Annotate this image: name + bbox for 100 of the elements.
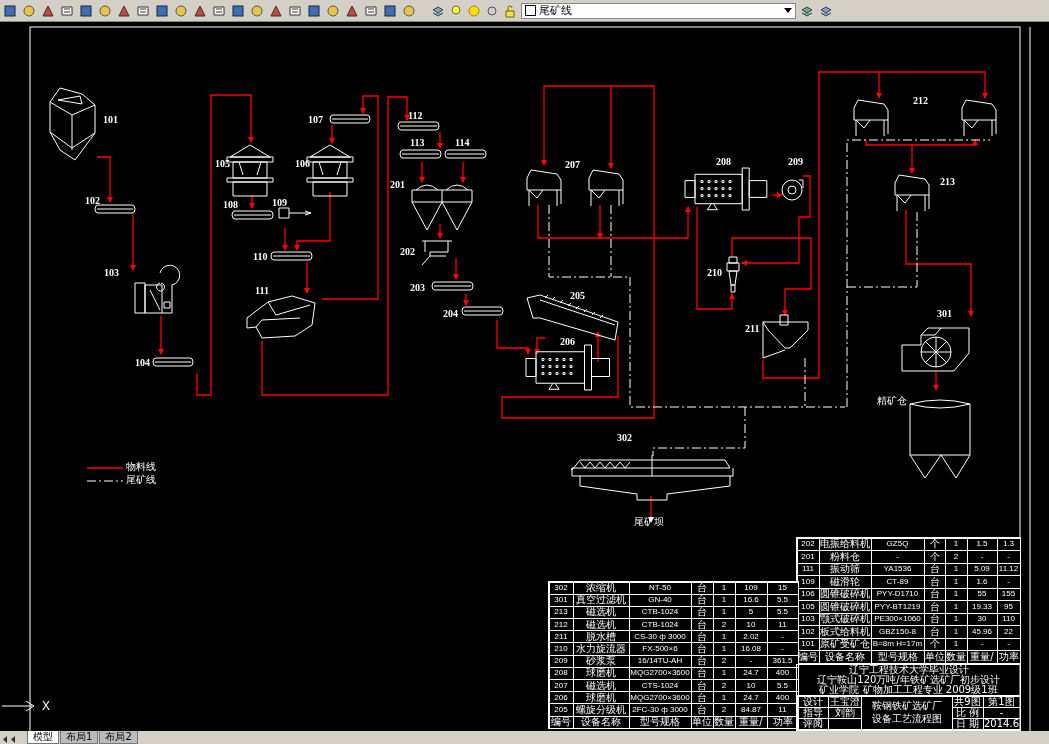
table-cell: 202 (796, 537, 820, 551)
material-flow-line (463, 293, 469, 306)
equipment-label: 207 (565, 159, 580, 171)
equipment-label: 精矿仓 (877, 395, 907, 407)
table-cell: 圆锥破碎机 (818, 600, 872, 614)
dewatering-tank-drawing (762, 314, 809, 359)
layout-tab[interactable]: 模型 (27, 731, 59, 744)
role-label: 评阅 (796, 717, 829, 731)
equipment-label: 104 (135, 357, 150, 369)
material-flow-line (158, 315, 164, 355)
cyclone-drawing (726, 256, 740, 293)
equipment-label: 109 (272, 197, 287, 209)
material-flow-line (419, 161, 425, 183)
title-text: 矿业学院 矿物加工工程专业 2009级1班 (819, 685, 998, 695)
equipment-label: 203 (410, 282, 425, 294)
equipment-label: 103 (104, 267, 119, 279)
conveyor-drawing (329, 114, 371, 124)
equipment-label: 110 (253, 251, 268, 263)
legend-line (86, 467, 124, 469)
material-flow-line (130, 214, 136, 271)
conveyor-drawing (270, 251, 313, 261)
legend-label: 尾矿线 (126, 474, 156, 486)
lock-icon[interactable] (502, 2, 518, 19)
magnetic-separator-drawing (853, 99, 889, 137)
vibrating-screen-drawing (246, 295, 316, 339)
magnetic-separator-drawing (961, 99, 997, 137)
equipment-label: 204 (443, 308, 458, 320)
legend-line (86, 480, 124, 482)
table-cell: 圆锥破碎机 (818, 587, 872, 601)
table-cell: 浓缩机 (572, 581, 630, 595)
material-flow-line (460, 161, 466, 183)
legend-label: 物料线 (126, 461, 156, 473)
role-label: 设计 (796, 695, 829, 708)
equipment-label: 213 (940, 176, 955, 188)
material-flow-line (437, 131, 443, 149)
equipment-label: 101 (103, 114, 118, 126)
equipment-label: 114 (455, 137, 470, 149)
table-cell: 板式给料机 (818, 625, 872, 639)
header-cell: 单位 (923, 650, 946, 664)
magnetic-separator-drawing (526, 169, 562, 207)
equipment-label: 208 (716, 156, 731, 168)
equipment-label: 302 (617, 432, 632, 444)
layout-tab[interactable]: 布局1 (60, 731, 99, 744)
info-cell: 第1图 (982, 695, 1021, 708)
pump-drawing (781, 179, 804, 201)
conveyor-drawing (397, 121, 440, 131)
info-cell: 共9图 (951, 695, 984, 708)
equipment-label: 107 (308, 114, 323, 126)
magnetic-separator-drawing (588, 169, 624, 207)
table-cell: 302 (548, 581, 574, 595)
equipment-label: 211 (745, 323, 760, 335)
feeder-drawing (421, 240, 453, 266)
equipment-label: 210 (707, 267, 722, 279)
drawing-title-text: 鞍钢铁矿选矿厂 (871, 701, 942, 712)
table-cell: 颚式破碎机 (818, 612, 872, 626)
material-flow-line (437, 223, 443, 239)
equipment-label: 102 (85, 195, 100, 207)
caret-icon (784, 8, 792, 13)
magnetic-pulley-drawing (278, 207, 312, 219)
layer-color-icon (525, 5, 536, 16)
jaw-crusher-drawing (134, 264, 181, 314)
bin-drawing (411, 184, 473, 231)
conveyor-drawing (461, 306, 504, 316)
equipment-label: 205 (570, 290, 585, 302)
conveyor-drawing (431, 281, 474, 291)
table-cell: 原矿受矿仓 (818, 637, 872, 651)
equipment-label: 212 (913, 95, 928, 107)
equipment-label: 105 (215, 158, 230, 170)
info-cell: 日 期 (951, 717, 984, 731)
equipment-label: 206 (560, 336, 575, 348)
table-cell: 个 (923, 537, 946, 551)
title-text: 辽宁工程技术大学毕业设计 (847, 665, 969, 675)
title-text: 辽宁鞍山120万吨/年铁矿选矿厂初步设计 (816, 675, 1001, 685)
table-cell: 电振给料机 (818, 537, 872, 551)
header-cell: 数量 (944, 650, 968, 664)
equipment-label: 209 (788, 156, 803, 168)
layer-dropdown[interactable]: 尾矿线 (521, 2, 796, 19)
vacuum-filter-drawing (901, 327, 970, 372)
header-cell: 功率 (996, 650, 1021, 664)
layout-tab[interactable]: 布局2 (99, 731, 138, 744)
table-cell: 台 (690, 581, 714, 595)
equipment-label: 301 (937, 308, 952, 320)
magnetic-separator-drawing (894, 174, 930, 212)
header-cell: 单位 (690, 715, 714, 729)
equipment-label: 201 (390, 179, 405, 191)
conveyor-drawing (231, 210, 274, 220)
equipment-label: 202 (400, 246, 415, 258)
conveyor-drawing (399, 149, 442, 159)
table-cell: GZ5Q (870, 537, 925, 551)
conveyor-drawing (152, 357, 194, 367)
conveyor-drawing (94, 204, 136, 214)
header-cell: 数量 (712, 715, 736, 729)
material-flow-line (453, 257, 459, 280)
equipment-label: 112 (408, 110, 423, 122)
equipment-label: 111 (255, 285, 269, 297)
info-cell: 2014.6 (982, 717, 1021, 731)
equipment-label: 113 (410, 137, 425, 149)
role-name: 王宝澄 (827, 695, 862, 708)
equipment-label: 106 (295, 158, 310, 170)
conveyor-drawing (444, 149, 487, 159)
